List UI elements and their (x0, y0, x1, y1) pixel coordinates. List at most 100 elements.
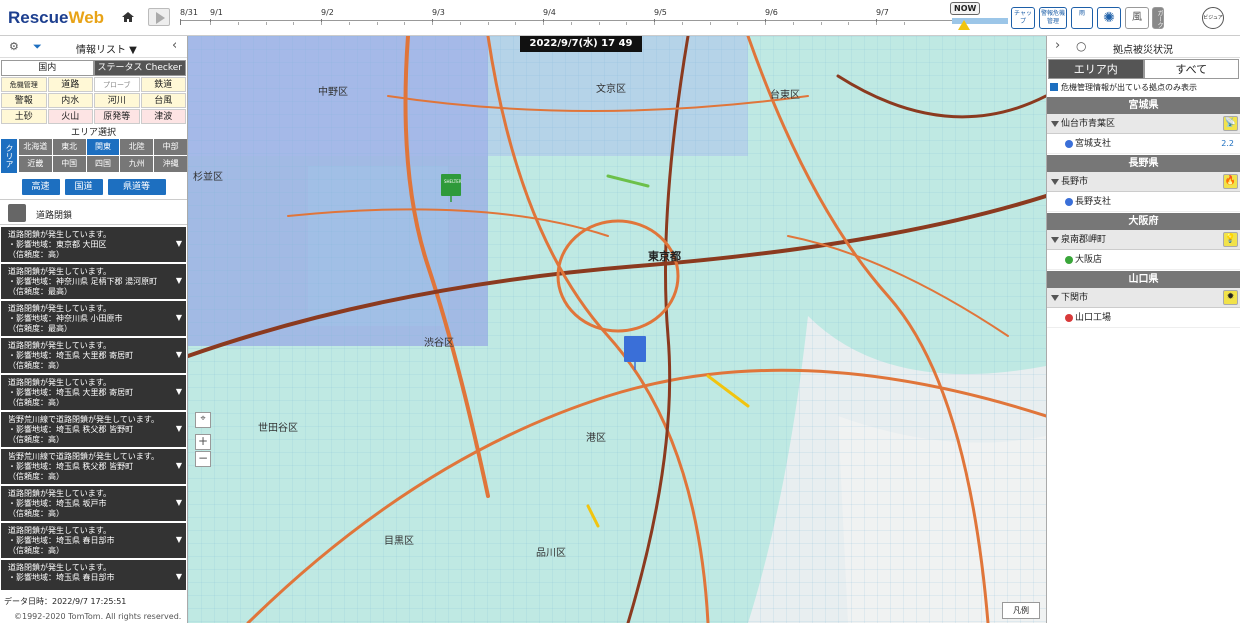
clear-button[interactable]: クリア (1, 139, 17, 173)
category-warning[interactable]: 警報 (1, 93, 47, 108)
filter-icon[interactable]: ⏷ (33, 40, 42, 54)
road-closure-section: 道路閉鎖 (0, 199, 187, 225)
expand-arrow-icon[interactable]: ▼ (176, 572, 182, 582)
tab-domestic[interactable]: 国内 (1, 60, 94, 76)
message-item[interactable]: 道路閉鎖が発生しています。 ・影響地域：埼玉県 春日部市 （信頼度：高） ▼ (1, 523, 186, 558)
message-item[interactable]: 道路閉鎖が発生しています。 ・影響地域：埼玉県 坂戸市 （信頼度：高） ▼ (1, 486, 186, 521)
location-icon[interactable]: ⌖ (195, 412, 211, 428)
zoom-in-button[interactable]: + (195, 434, 211, 450)
now-pointer[interactable] (958, 20, 970, 30)
expand-icon[interactable]: › (1055, 38, 1060, 53)
region-okinawa[interactable]: 沖縄 (154, 156, 187, 172)
region-kinki[interactable]: 近畿 (19, 156, 52, 172)
category-landslide[interactable]: 土砂 (1, 109, 47, 124)
app-logo[interactable]: RescueWeb (8, 8, 104, 28)
map-label: 東京都 (648, 249, 681, 263)
tab-status-checker[interactable]: ステータス Checker (93, 60, 186, 76)
region-grid: 北海道 東北 関東 北陸 中部 近畿 中国 四国 九州 沖縄 (19, 139, 187, 172)
checkbox-icon[interactable] (1050, 83, 1058, 91)
timeline-tick: 9/6 (765, 8, 778, 25)
site-row[interactable]: 大阪店 (1047, 250, 1240, 270)
message-item[interactable]: 道路閉鎖が発生しています。 ・影響地域：埼玉県 春日部市 ▼ (1, 560, 186, 590)
message-item[interactable]: 道路閉鎖が発生しています。 ・影響地域：神奈川県 小田原市 （信頼度：最高） ▼ (1, 301, 186, 336)
map-canvas[interactable]: 中野区 文京区 台東区 杉並区 東京都 渋谷区 世田谷区 港区 目黒区 品川区 … (188, 36, 1046, 623)
region-kyushu[interactable]: 九州 (120, 156, 154, 172)
city-row[interactable]: 仙台市青葉区 📡 (1047, 114, 1240, 134)
now-marker[interactable]: NOW (950, 2, 981, 15)
toolbar-button-map[interactable]: チャップ (1011, 7, 1035, 29)
toolbar-button-typhoon[interactable]: ✺ (1097, 7, 1121, 29)
play-button[interactable] (148, 8, 170, 26)
hazard-icon: ✹ (1223, 290, 1238, 305)
category-volcano[interactable]: 火山 (47, 109, 93, 124)
visual-button[interactable]: ビジュアル (1202, 7, 1224, 42)
expand-arrow-icon[interactable]: ▼ (176, 239, 182, 249)
category-tsunami[interactable]: 津波 (140, 109, 186, 124)
message-item[interactable]: 皆野荒川線で道路閉鎖が発生しています。 ・影響地域：埼玉県 秩父郡 皆野町 （信頼度… (1, 412, 186, 447)
category-probe[interactable]: プローブ (94, 77, 140, 92)
expand-arrow-icon[interactable]: ▼ (176, 350, 182, 360)
city-row[interactable]: 下関市 ✹ (1047, 288, 1240, 308)
city-row[interactable]: 泉南郡岬町 💡 (1047, 230, 1240, 250)
category-rail[interactable]: 鉄道 (140, 77, 186, 92)
tab-all[interactable]: すべて (1143, 59, 1239, 79)
message-item[interactable]: 道路閉鎖が発生しています。 ・影響地域：神奈川県 足柄下郡 湯河原町 （信頼度：最高… (1, 264, 186, 299)
expand-arrow-icon[interactable]: ▼ (176, 498, 182, 508)
timeline-tick: 9/3 (432, 8, 445, 25)
category-crisis[interactable]: 危機管理 (1, 77, 47, 92)
expand-arrow-icon[interactable]: ▼ (176, 313, 182, 323)
timeline-tick: 9/7 (876, 8, 889, 25)
map-label: 目黒区 (384, 535, 414, 547)
road-prefectural-button[interactable]: 県道等 (107, 179, 166, 195)
toolbar-button-alert[interactable]: 警報危機管理 (1039, 7, 1067, 29)
gear-icon[interactable]: ⚙ (9, 40, 19, 53)
crisis-only-checkbox[interactable]: 危機管理情報が出ている拠点のみ表示 (1047, 80, 1240, 96)
timeline-tick: 8/31 (180, 8, 198, 25)
region-chubu[interactable]: 中部 (154, 139, 187, 155)
region-kanto[interactable]: 関東 (86, 139, 120, 155)
message-item[interactable]: 道路閉鎖が発生しています。 ・影響地域：埼玉県 大里郡 寄居町 （信頼度：高） ▼ (1, 338, 186, 373)
region-hokkaido[interactable]: 北海道 (19, 139, 52, 155)
region-tohoku[interactable]: 東北 (52, 139, 86, 155)
collapse-icon[interactable]: ‹ (172, 38, 177, 53)
toolbar-button-dark[interactable]: ガーク (1152, 7, 1164, 29)
status-dot-icon (1065, 140, 1073, 148)
site-row[interactable]: 宮城支社 2.2 (1047, 134, 1240, 154)
category-river[interactable]: 河川 (94, 93, 140, 108)
expand-arrow-icon[interactable]: ▼ (176, 461, 182, 471)
message-item[interactable]: 皆野荒川線で道路閉鎖が発生しています。 ・影響地域：埼玉県 秩父郡 皆野町 （信頼度… (1, 449, 186, 484)
zoom-out-button[interactable]: − (195, 451, 211, 467)
rain-value: 2.2 (1221, 139, 1234, 148)
list-tabs: 国内 ステータス Checker (1, 60, 186, 76)
panel-title: 拠点被災状況 (1113, 45, 1173, 56)
message-item[interactable]: 道路閉鎖が発生しています。 ・影響地域：埼玉県 大里郡 寄居町 （信頼度：高） ▼ (1, 375, 186, 410)
shelter-sign: SHELTER (444, 179, 462, 184)
message-item[interactable]: 道路閉鎖が発生しています。 ・影響地域：東京都 大田区 （信頼度：高） ▼ (1, 227, 186, 262)
region-hokuriku[interactable]: 北陸 (120, 139, 154, 155)
tab-in-area[interactable]: エリア内 (1048, 59, 1144, 79)
home-icon[interactable] (121, 10, 135, 24)
road-expressway-button[interactable]: 高速 (21, 179, 60, 195)
panel-title[interactable]: 情報リスト ▼ (76, 41, 137, 56)
region-shikoku[interactable]: 四国 (86, 156, 120, 172)
legend-button[interactable]: 凡例 (1002, 602, 1040, 619)
category-nuclear[interactable]: 原発等 (94, 109, 140, 124)
toolbar-button-wind[interactable]: 風 (1125, 7, 1149, 29)
timeline-tick: 9/4 (543, 8, 556, 25)
map-view[interactable]: 中野区 文京区 台東区 杉並区 東京都 渋谷区 世田谷区 港区 目黒区 品川区 … (188, 36, 1046, 623)
timeline[interactable]: 8/31 9/1 9/2 9/3 9/4 9/5 9/6 9/7 NOW (180, 2, 1010, 32)
city-row[interactable]: 長野市 🔥 (1047, 172, 1240, 192)
category-road[interactable]: 道路 (47, 77, 93, 92)
road-national-button[interactable]: 国道 (64, 179, 103, 195)
map-label: 杉並区 (193, 170, 223, 183)
expand-arrow-icon[interactable]: ▼ (176, 276, 182, 286)
expand-arrow-icon[interactable]: ▼ (176, 424, 182, 434)
site-row[interactable]: 山口工場 (1047, 308, 1240, 328)
region-chugoku[interactable]: 中国 (52, 156, 86, 172)
category-inland-water[interactable]: 内水 (47, 93, 93, 108)
expand-arrow-icon[interactable]: ▼ (176, 535, 182, 545)
site-row[interactable]: 長野支社 (1047, 192, 1240, 212)
toolbar-button-rain[interactable]: 雨 (1071, 7, 1093, 29)
category-typhoon[interactable]: 台風 (140, 93, 186, 108)
expand-arrow-icon[interactable]: ▼ (176, 387, 182, 397)
